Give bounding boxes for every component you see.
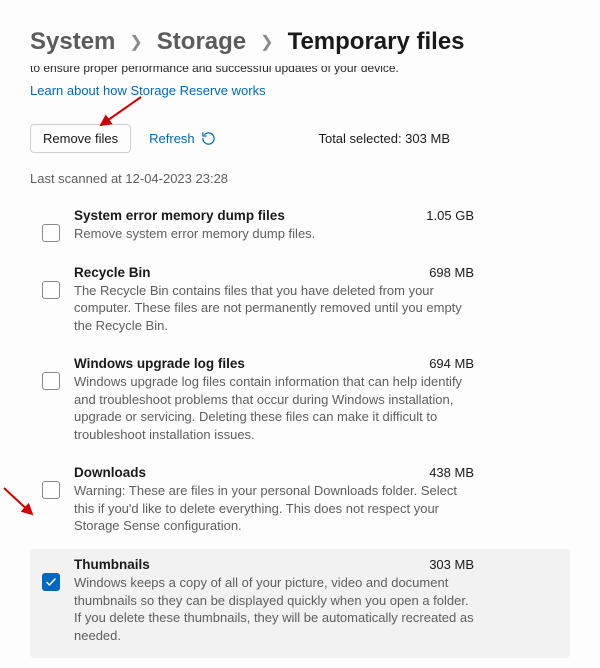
checkbox-windows-upgrade-logs[interactable]: [42, 372, 60, 390]
item-title: Downloads: [74, 465, 146, 480]
item-thumbnails: Thumbnails 303 MB Windows keeps a copy of …: [30, 549, 570, 658]
item-size: 1.05 GB: [426, 208, 564, 223]
refresh-label: Refresh: [149, 131, 195, 146]
items-list: System error memory dump files 1.05 GB Rem…: [30, 200, 570, 658]
item-description: The Recycle Bin contains files that you …: [74, 282, 474, 335]
breadcrumb: System ❯ Storage ❯ Temporary files: [30, 28, 570, 56]
item-title: Recycle Bin: [74, 265, 151, 280]
checkbox-downloads[interactable]: [42, 481, 60, 499]
checkbox-recycle-bin[interactable]: [42, 281, 60, 299]
item-windows-upgrade-logs: Windows upgrade log files 694 MB Windows u…: [30, 348, 570, 457]
chevron-right-icon: ❯: [129, 32, 142, 52]
breadcrumb-current: Temporary files: [288, 28, 465, 56]
item-description: Warning: These are files in your persona…: [74, 482, 474, 535]
item-description: Windows upgrade log files contain inform…: [74, 373, 474, 443]
breadcrumb-storage[interactable]: Storage: [157, 28, 246, 56]
item-title: Thumbnails: [74, 557, 150, 572]
truncated-description: to ensure proper performance and success…: [30, 66, 570, 78]
checkbox-system-error-dump[interactable]: [42, 224, 60, 242]
total-selected-label: Total selected: 303 MB: [318, 131, 570, 146]
item-description: Remove system error memory dump files.: [74, 225, 474, 243]
item-description: Windows keeps a copy of all of your pict…: [74, 574, 474, 644]
breadcrumb-system[interactable]: System: [30, 28, 115, 56]
chevron-right-icon: ❯: [260, 32, 273, 52]
item-recycle-bin: Recycle Bin 698 MB The Recycle Bin contain…: [30, 257, 570, 349]
remove-files-button[interactable]: Remove files: [30, 124, 131, 153]
item-size: 438 MB: [429, 465, 564, 480]
item-downloads: Downloads 438 MB Warning: These are files …: [30, 457, 570, 549]
action-row: Remove files Refresh Total selected: 303…: [30, 124, 570, 153]
item-title: System error memory dump files: [74, 208, 285, 223]
item-size: 694 MB: [429, 356, 564, 371]
last-scanned-label: Last scanned at 12-04-2023 23:28: [30, 171, 570, 186]
item-size: 303 MB: [429, 557, 564, 572]
checkmark-icon: [45, 576, 57, 588]
item-system-error-dump: System error memory dump files 1.05 GB Rem…: [30, 200, 570, 257]
item-title: Windows upgrade log files: [74, 356, 245, 371]
learn-storage-reserve-link[interactable]: Learn about how Storage Reserve works: [30, 83, 266, 98]
item-size: 698 MB: [429, 265, 564, 280]
refresh-icon: [201, 131, 216, 146]
refresh-button[interactable]: Refresh: [149, 131, 216, 146]
checkbox-thumbnails[interactable]: [42, 573, 60, 591]
